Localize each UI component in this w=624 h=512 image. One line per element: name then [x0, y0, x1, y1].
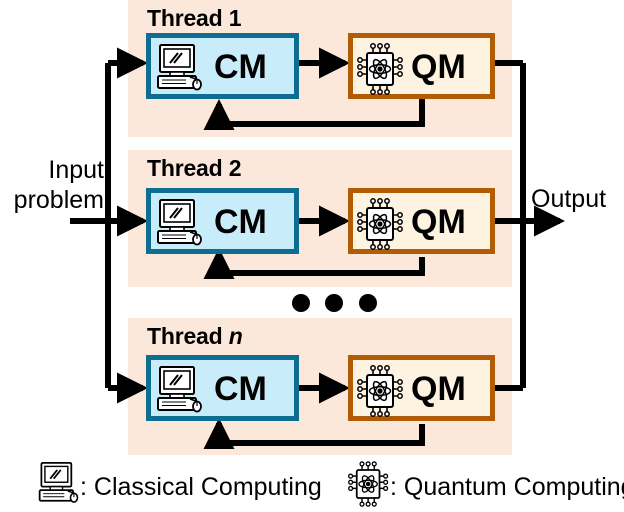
ellipsis-dot: [358, 294, 377, 312]
feedback-loop-thread-n: [203, 418, 425, 450]
qm-label-thread-1: QM: [411, 48, 466, 86]
thread-title-suffix-n: n: [228, 323, 243, 349]
input-label-line1: Input: [48, 156, 104, 184]
cm-box-thread-1[interactable]: CM: [146, 33, 299, 99]
legend-quantum-chip-icon: [348, 461, 390, 512]
quantum-chip-icon: [357, 43, 405, 100]
qm-box-thread-1[interactable]: QM: [348, 33, 495, 99]
output-bus: [495, 60, 565, 391]
cm-label-thread-1: CM: [214, 48, 267, 86]
thread-ellipsis: [292, 294, 377, 317]
thread-title-prefix-n: Thread: [147, 323, 223, 349]
quantum-chip-icon: [357, 365, 405, 422]
output-label-text: Output: [531, 185, 607, 213]
feedback-loop-thread-1: [203, 99, 425, 131]
quantum-chip-icon: [357, 198, 405, 255]
ellipsis-dot: [325, 294, 344, 312]
output-label: Output: [531, 184, 606, 214]
feedback-loop-thread-2: [203, 248, 425, 280]
cm-box-thread-n[interactable]: CM: [146, 355, 299, 421]
thread-title-suffix-2: 2: [228, 155, 242, 181]
connector-layer: [70, 47, 565, 450]
diagram-canvas: Thread 1 CM QM Thread 2 CM QM Thread n C…: [0, 0, 624, 510]
thread-title-suffix-1: 1: [228, 5, 242, 31]
input-label: Input problem: [0, 155, 104, 215]
desktop-computer-icon: [157, 199, 203, 254]
qm-box-thread-n[interactable]: QM: [348, 355, 495, 421]
thread-title-1: Thread 1: [147, 5, 241, 32]
desktop-computer-icon: [157, 366, 203, 421]
legend-label-quantum: : Quantum Computing: [390, 473, 624, 501]
ellipsis-dot: [292, 294, 310, 312]
desktop-computer-icon: [157, 44, 203, 99]
thread-title-2: Thread 2: [147, 155, 241, 182]
cm-box-thread-2[interactable]: CM: [146, 188, 299, 254]
thread-title-n: Thread n: [147, 323, 243, 350]
qm-label-thread-2: QM: [411, 203, 466, 241]
thread-title-prefix-2: Thread: [147, 155, 223, 181]
input-bus: [70, 63, 111, 388]
legend-desktop-computer-icon: [38, 462, 80, 511]
cm-label-thread-2: CM: [214, 203, 267, 241]
qm-box-thread-2[interactable]: QM: [348, 188, 495, 254]
legend-label-classical: : Classical Computing: [80, 473, 322, 501]
thread-title-prefix-1: Thread: [147, 5, 223, 31]
input-label-line2: problem: [13, 186, 104, 214]
qm-label-thread-n: QM: [411, 370, 466, 408]
cm-label-thread-n: CM: [214, 370, 267, 408]
